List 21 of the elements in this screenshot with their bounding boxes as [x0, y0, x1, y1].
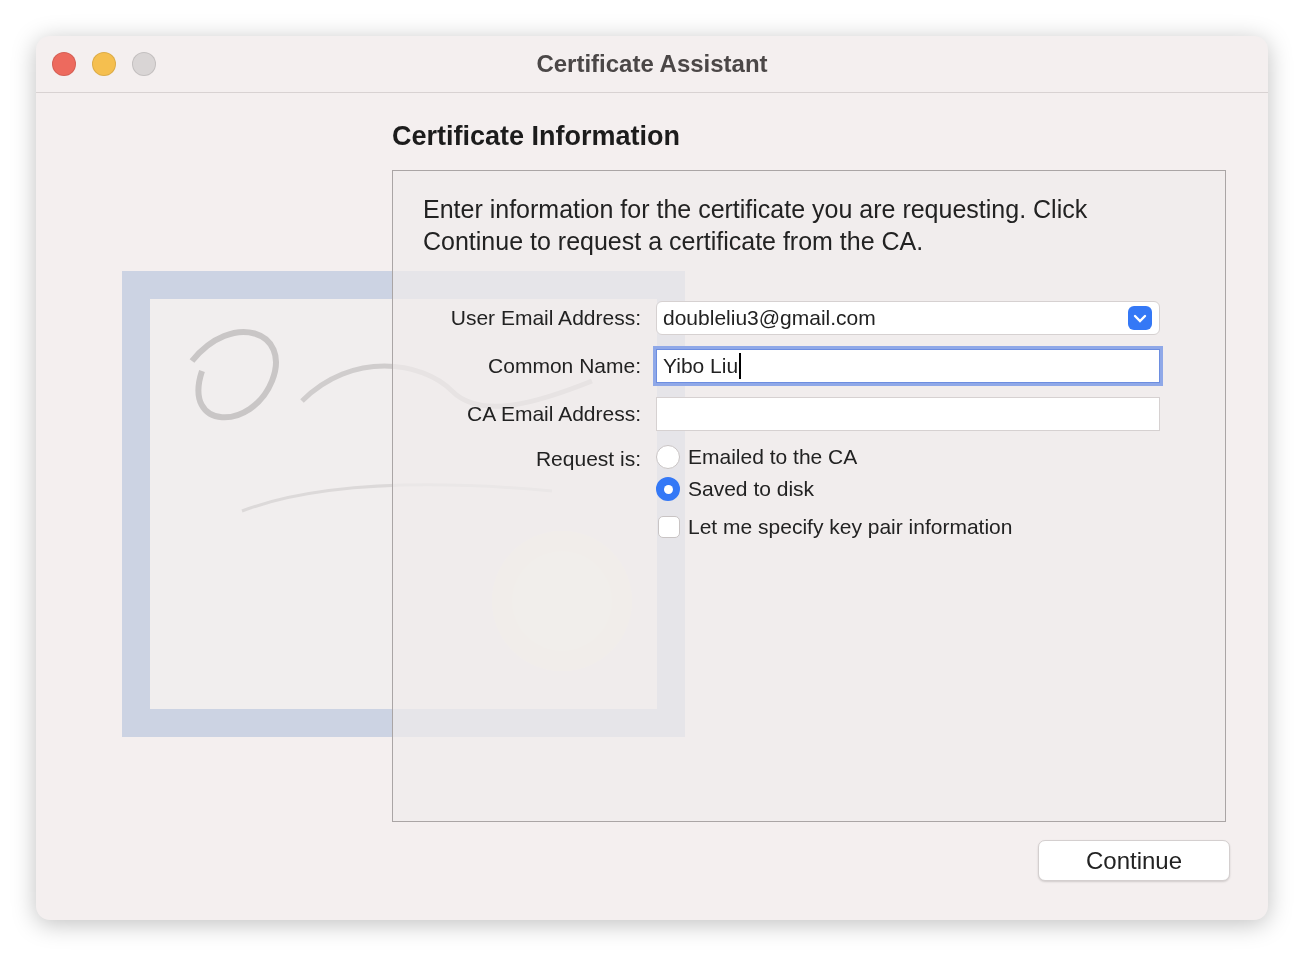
close-button[interactable] — [52, 52, 76, 76]
continue-button[interactable]: Continue — [1038, 840, 1230, 881]
section-heading: Certificate Information — [392, 121, 682, 152]
minimize-button[interactable] — [92, 52, 116, 76]
radio-button[interactable] — [656, 445, 680, 469]
radio-button[interactable] — [656, 477, 680, 501]
field-label: CA Email Address: — [466, 402, 641, 426]
instructions-text: Enter information for the certificate you are requesting. Click Continue to request a certificate from the CA. — [423, 194, 1089, 257]
window-title: Certificate Assistant — [536, 50, 768, 77]
zoom-button[interactable] — [132, 52, 156, 76]
radio-label[interactable]: Emailed to the CA — [688, 445, 858, 469]
radio-label[interactable]: Saved to disk — [688, 477, 815, 501]
chevron-down-icon[interactable] — [1127, 305, 1153, 331]
field-label: Request is: — [534, 447, 641, 471]
checkbox[interactable] — [658, 516, 680, 538]
field-label: User Email Address: — [449, 306, 641, 330]
checkbox-label[interactable]: Let me specify key pair information — [688, 515, 1013, 539]
email-combo-box[interactable]: doubleliu3@gmail.com — [656, 301, 1160, 335]
input-field[interactable]: Yibo Liu — [656, 349, 1160, 383]
input-field[interactable] — [656, 397, 1160, 431]
field-label: Common Name: — [487, 354, 641, 378]
